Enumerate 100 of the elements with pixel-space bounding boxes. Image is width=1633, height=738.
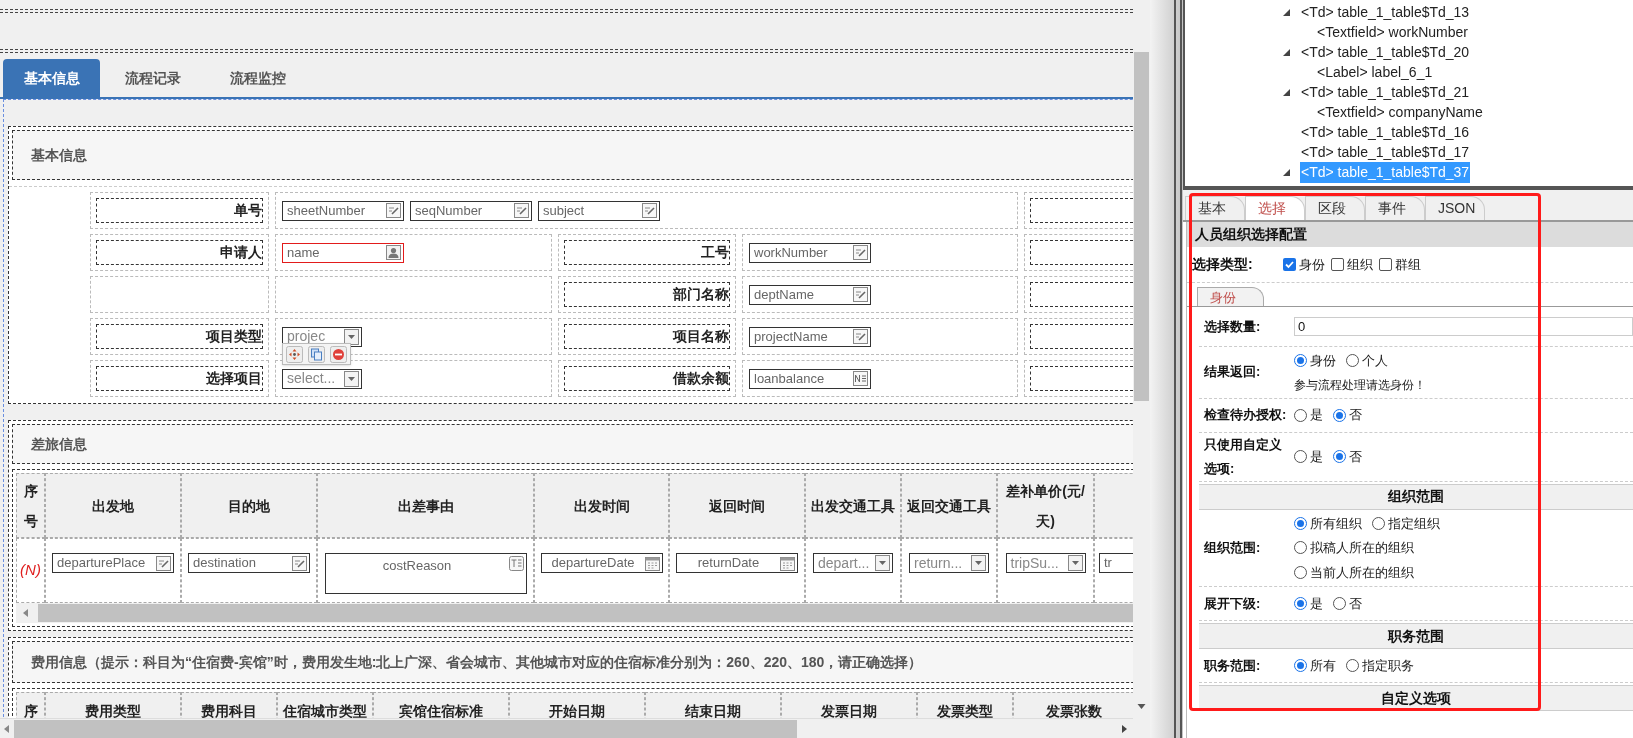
radio-button[interactable] [1294,408,1307,422]
field-label: 结果返回: [1203,363,1262,382]
text-format-icon [508,556,524,571]
expanded-triangle-icon[interactable] [1283,48,1290,56]
radio-label: 否 [1349,406,1362,425]
radio-button[interactable] [1294,541,1307,555]
select-field[interactable]: tripSu... [1005,553,1086,573]
tree-node[interactable]: <Textfield> workNumber [1316,21,1469,43]
section-header: 差旅信息 [12,424,1133,464]
tree-node[interactable]: <Td> table_1_table$Td_16 [1300,121,1471,143]
move-icon[interactable] [286,345,303,363]
checkbox[interactable] [1379,258,1392,271]
radio-button[interactable] [1294,354,1307,368]
date-field[interactable]: returnDate [676,553,798,573]
tab[interactable]: 流程监控 [205,59,310,97]
radio-button[interactable] [1294,597,1307,610]
radio-label: 否 [1349,447,1362,466]
text-field[interactable]: name [282,242,404,263]
radio-button[interactable] [1333,408,1346,422]
tab[interactable]: 选择 [1245,196,1305,220]
radio-button[interactable] [1346,659,1359,672]
radio-button[interactable] [1294,565,1307,579]
calendar-icon [644,555,660,571]
checkbox-label: 群组 [1395,255,1421,274]
radio-label: 指定职务 [1362,656,1414,675]
text-field[interactable]: sheetNumber [282,200,404,221]
scrollbar-thumb[interactable] [14,719,797,738]
field-label: 组织范围: [1203,538,1262,557]
radio-button[interactable] [1333,597,1346,610]
tab[interactable]: 基本 [1185,196,1245,220]
tab[interactable]: 基本信息 [3,59,100,97]
text-field[interactable]: workNumber [749,242,871,263]
field-label: 部门名称 [564,282,730,307]
select-field[interactable]: select... [282,368,362,389]
horizontal-scrollbar[interactable] [0,718,1133,738]
tree-node[interactable]: <Td> table_1_table$Td_17 [1300,141,1471,163]
field-label: 选择类型: [1191,255,1254,274]
splitter[interactable] [1150,0,1183,738]
radio-button[interactable] [1294,659,1307,672]
text-field[interactable]: subject [538,200,660,221]
text-field[interactable]: deptName [749,284,871,305]
field-label: 选择数量: [1203,317,1262,336]
copy-icon[interactable] [308,345,325,363]
radio-label: 拟稿人所在的组织 [1310,539,1414,557]
radio-button[interactable] [1294,450,1307,463]
text-field[interactable]: seqNumber [410,200,532,221]
sub-tab[interactable]: 身份 [1197,287,1264,306]
scrollbar-thumb[interactable] [1134,52,1149,401]
radio-label: 身份 [1310,352,1336,370]
field-label: 借款余额 [564,366,730,391]
text-field[interactable]: tr [1099,553,1133,573]
expanded-triangle-icon[interactable] [1283,168,1290,176]
edit-icon [292,555,307,571]
edit-icon [386,203,401,218]
expanded-triangle-icon[interactable] [1283,8,1290,16]
select-field[interactable]: projec [282,326,362,347]
text-field[interactable]: projectName [749,326,871,347]
delete-icon[interactable] [330,345,347,363]
edit-icon [514,203,529,218]
section-heading: 组织范围 [1199,483,1633,510]
field-label: 展开下级: [1203,594,1262,613]
select-field[interactable]: depart... [813,553,893,573]
tree-node[interactable]: <Td> table_1_table$Td_21 [1300,81,1471,103]
tree-node[interactable]: <Td> table_1_table$Td_20 [1300,41,1471,63]
checkbox[interactable] [1331,258,1344,271]
tab[interactable]: 流程记录 [100,59,205,97]
edit-icon [853,245,868,260]
date-field[interactable]: departureDate [540,553,663,573]
field-label: 选择项目 [96,366,263,391]
text-field[interactable]: departurePlace [52,553,174,573]
radio-button[interactable] [1333,450,1346,463]
radio-label: 当前人所在的组织 [1310,563,1414,582]
section-header: 基本信息 [12,130,1133,180]
field-label: 申请人 [96,240,263,265]
calendar-icon [780,555,795,571]
tab[interactable]: 事件 [1365,196,1425,220]
checkbox[interactable] [1283,258,1296,271]
number-input[interactable]: 0 [1294,317,1633,336]
radio-label: 指定组织 [1388,514,1440,533]
checkbox-label: 身份 [1299,255,1325,274]
text-field[interactable]: loanbalance [749,368,871,389]
select-field[interactable]: return... [909,553,989,573]
section-header: 费用信息（提示：科目为“住宿费-宾馆”时，费用发生地:北上广深、省会城市、其他城市对应的住宿标准分别为：260、220、180，请正确选择） [12,641,1133,683]
tree-node[interactable]: <Textfield> companyName [1316,101,1484,123]
radio-label: 是 [1310,406,1323,425]
edit-icon [642,203,657,218]
tab[interactable]: JSON [1425,196,1485,220]
field-label: 项目类型 [96,324,263,349]
expanded-triangle-icon[interactable] [1283,88,1290,96]
radio-button[interactable] [1294,516,1307,530]
text-field[interactable]: destination [188,553,310,573]
radio-button[interactable] [1372,516,1385,530]
radio-button[interactable] [1346,354,1359,368]
tree-node[interactable]: <Label> label_6_1 [1316,61,1434,83]
tree-node[interactable]: <Td> table_1_table$Td_13 [1300,1,1471,23]
text-area[interactable]: costReason [324,553,527,594]
edit-icon [156,555,171,571]
radio-label: 是 [1310,447,1323,466]
tab[interactable]: 区段 [1305,196,1365,220]
field-label: 单号 [96,198,263,223]
